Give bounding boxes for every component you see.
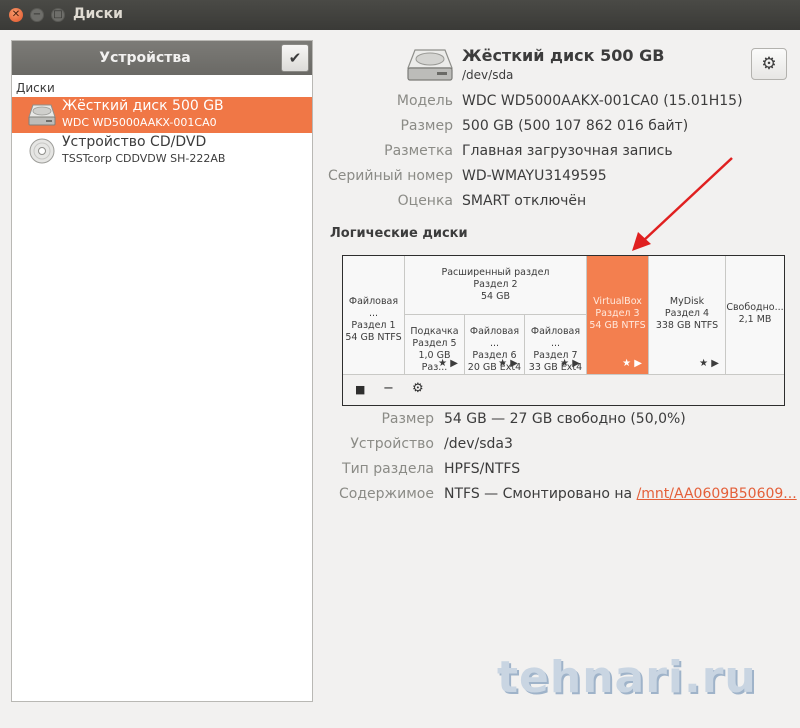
size-label: Размер [400,118,453,134]
partition-type-label: Тип раздела [342,461,434,477]
mount-point-link[interactable]: /mnt/AA0609B50609... [637,486,797,502]
minimize-window-button[interactable]: − [30,8,44,22]
contents-label: Содержимое [339,486,434,502]
volume-size-label: Размер [381,411,434,427]
partition-label: Файловая ... [469,326,520,349]
window-title: Диски [73,6,123,22]
annotation-arrow-icon [632,157,733,251]
partition-label: VirtualBox [593,296,642,307]
partition-map: Файловая ... Раздел 1 54 GB NTFS Расшире… [342,255,785,406]
partition-label: Расширенный раздел [441,267,550,278]
device-model: TSSTcorp CDDVDW SH-222AB [62,152,226,165]
partition-label: MyDisk [669,296,705,307]
sidebar-item-optical-drive[interactable]: Устройство CD/DVD TSSTcorp CDDVDW SH-222… [12,133,312,169]
partition-7[interactable]: Файловая ... Раздел 7 33 GB Ext4 ★ ▶ [525,315,587,374]
model-label: Модель [396,93,453,109]
remove-icon[interactable]: − [383,381,394,396]
partition-size: 2,1 MB [738,314,772,325]
partition-label: Свободно... [726,302,784,313]
sidebar-header: Устройства ✔ [12,41,312,75]
extended-partition[interactable]: Расширенный раздел Раздел 2 54 GB [405,256,587,314]
partition-number: Раздел 1 [351,320,396,331]
contents-text: NTFS — Смонтировано на [444,486,637,502]
partition-label: Файловая ... [530,326,581,349]
disk-device-path: /dev/sda [462,68,514,82]
partition-type-value: HPFS/NTFS [444,461,521,477]
partition-label: Файловая ... [348,296,399,319]
volume-device-label: Устройство [350,436,434,452]
partition-number: Раздел 2 [473,279,518,290]
stop-icon[interactable]: ■ [355,383,365,396]
partitioning-label: Разметка [384,143,453,159]
volume-size-value: 54 GB — 27 GB свободно (50,0%) [444,411,686,427]
check-icon[interactable]: ✔ [281,44,309,72]
volumes-section-title: Логические диски [330,226,468,241]
contents-value: NTFS — Смонтировано на /mnt/AA0609B50609… [444,486,797,502]
partition-5[interactable]: Подкачка Раздел 5 1,0 GB Раз... ★ ▶ [405,315,465,374]
partition-size: 54 GB NTFS [589,320,646,331]
hard-disk-icon [407,49,453,81]
device-model: WDC WD5000AAKX-001CA0 [62,116,217,129]
maximize-window-button[interactable]: □ [51,8,65,22]
assessment-label: Оценка [397,193,453,209]
device-name: Устройство CD/DVD [62,134,207,150]
assessment-value: SMART отключён [462,193,587,209]
size-value: 500 GB (500 107 862 016 байт) [462,118,689,134]
watermark: tehnari.ru [497,652,757,703]
devices-sidebar: Устройства ✔ Диски Жёсткий диск 500 GB W… [11,40,313,702]
partition-toolbar: ■ − ⚙ [343,374,784,405]
volume-device-value: /dev/sda3 [444,436,513,452]
partition-star-play-icons: ★ ▶ [622,358,642,369]
partition-4[interactable]: MyDisk Раздел 4 338 GB NTFS ★ ▶ [649,256,726,374]
partition-star-play-icons: ★ ▶ [560,358,580,369]
disk-title: Жёсткий диск 500 GB [462,46,665,65]
partition-star-play-icons: ★ ▶ [498,358,518,369]
partition-label: Подкачка [410,326,459,337]
sidebar-header-label: Устройства [99,50,191,66]
partition-number: Раздел 5 [412,338,457,349]
partition-6[interactable]: Файловая ... Раздел 6 20 GB Ext4 ★ ▶ [465,315,525,374]
serial-label: Серийный номер [327,168,453,184]
sidebar-group-label: Диски [16,81,55,95]
model-value: WDC WD5000AAKX-001CA0 (15.01H15) [462,93,743,109]
partition-size: 338 GB NTFS [655,320,719,331]
partition-star-play-icons: ★ ▶ [438,358,458,369]
free-space[interactable]: Свободно... 2,1 MB [726,256,784,374]
gear-icon[interactable]: ⚙ [751,48,787,80]
serial-value: WD-WMAYU3149595 [462,168,607,184]
partition-star-play-icons: ★ ▶ [699,358,719,369]
partition-3[interactable]: VirtualBox Раздел 3 54 GB NTFS ★ ▶ [587,256,649,374]
device-name: Жёсткий диск 500 GB [62,98,224,114]
partition-size: 54 GB NTFS [345,332,402,343]
partition-number: Раздел 3 [595,308,640,319]
optical-disc-icon [29,138,55,164]
close-window-button[interactable]: ✕ [9,8,23,22]
partition-number: Раздел 4 [664,308,710,319]
partition-size: 54 GB [481,291,510,302]
hard-disk-icon [28,104,56,126]
gear-icon[interactable]: ⚙ [412,381,424,396]
title-bar: ✕ − □ Диски [0,0,800,30]
sidebar-item-hard-disk[interactable]: Жёсткий диск 500 GB WDC WD5000AAKX-001CA… [12,97,312,133]
partition-1[interactable]: Файловая ... Раздел 1 54 GB NTFS [343,256,405,374]
